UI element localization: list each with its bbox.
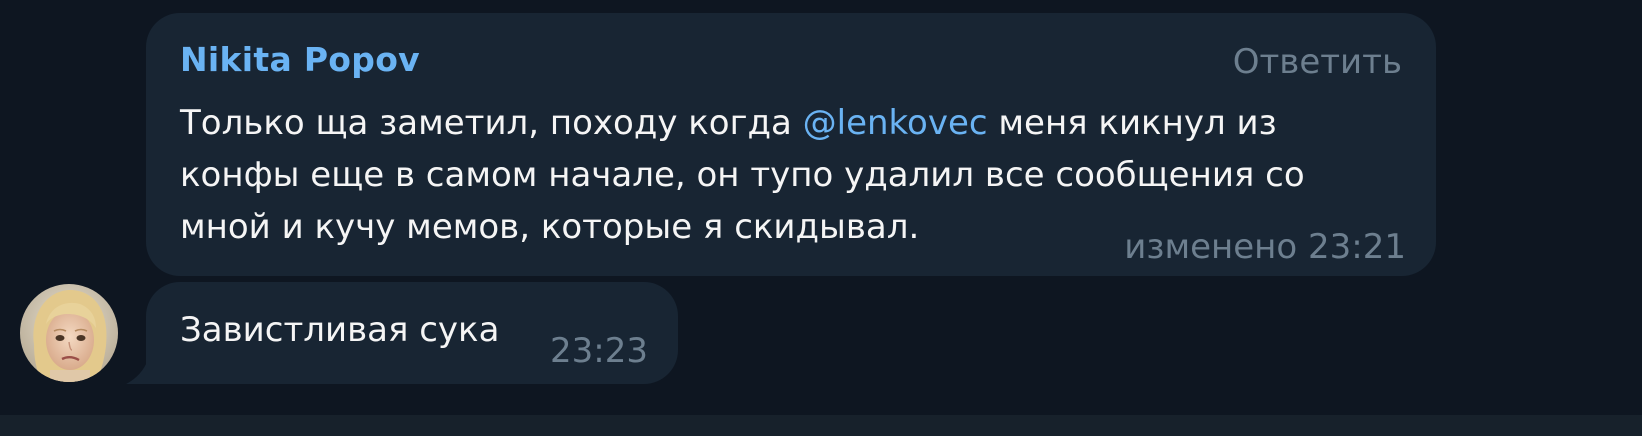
message-time: 23:21	[1308, 227, 1406, 267]
edited-label: изменено	[1124, 227, 1298, 267]
chat-area: Nikita Popov Ответить Только ща заметил,…	[0, 0, 1642, 415]
message-text-line-2: конфы еще в самом начале, он тупо удалил…	[180, 155, 1305, 195]
message-bubble[interactable]: Завистливая сука 23:23	[146, 282, 678, 384]
message-time: 23:23	[550, 331, 648, 371]
message-meta: изменено 23:21	[1124, 230, 1406, 264]
message-text-part: меня кикнул из	[987, 103, 1277, 143]
mention-link[interactable]: @lenkovec	[803, 103, 988, 143]
message-text: Завистливая сука	[180, 310, 500, 350]
message-bubble[interactable]: Nikita Popov Ответить Только ща заметил,…	[146, 13, 1436, 276]
message-text-part: Только ща заметил, походу когда	[180, 103, 803, 143]
avatar[interactable]	[20, 284, 118, 382]
input-area-edge	[0, 415, 1642, 436]
message-text-line-1: Только ща заметил, походу когда @lenkove…	[180, 97, 1360, 149]
user-avatar-icon	[20, 284, 118, 382]
sender-name[interactable]: Nikita Popov	[180, 43, 420, 76]
reply-button[interactable]: Ответить	[1233, 45, 1402, 79]
